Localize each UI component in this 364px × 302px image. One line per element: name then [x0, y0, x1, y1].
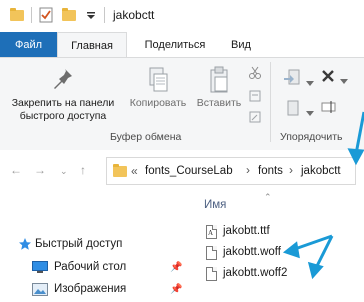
- tab-file[interactable]: Файл: [0, 32, 57, 58]
- forward-arrow-icon[interactable]: →: [34, 163, 46, 177]
- ribbon: Закрепить на панели быстрого доступа Коп…: [0, 57, 364, 151]
- cut-icon[interactable]: [248, 66, 262, 83]
- delete-icon[interactable]: [320, 68, 336, 87]
- divider: [104, 7, 105, 23]
- breadcrumb-fonts-courselab[interactable]: fonts_CourseLab: [145, 165, 233, 177]
- font-file-icon: A: [206, 225, 217, 239]
- back-arrow-icon[interactable]: ←: [10, 163, 22, 177]
- breadcrumb-separator[interactable]: ›: [246, 163, 250, 177]
- paste-shortcut-icon[interactable]: [248, 110, 262, 127]
- ribbon-tabs: Файл Главная Поделиться Вид: [0, 32, 364, 58]
- nav-item-label: Быстрый доступ: [35, 238, 123, 250]
- properties-checkmark-icon[interactable]: [39, 7, 53, 26]
- breadcrumb-fonts[interactable]: fonts: [258, 165, 283, 177]
- breadcrumb-overflow[interactable]: «: [131, 164, 138, 178]
- breadcrumb-jakobctt[interactable]: jakobctt: [301, 165, 341, 177]
- copy-button[interactable]: Копировать: [124, 66, 192, 110]
- desktop-icon: [32, 261, 48, 276]
- file-list: Имя ⌃ A jakobtt.ttf jakobtt.woff jakobtt…: [196, 192, 364, 289]
- pictures-icon: [32, 283, 48, 299]
- paste-label: Вставить: [196, 97, 242, 109]
- breadcrumb-separator[interactable]: ›: [289, 163, 293, 177]
- group-divider: [270, 62, 271, 142]
- copy-icon: [124, 66, 192, 94]
- navigation-bar: ← → ⌄ ↑ « fonts_CourseLab › fonts › jako…: [0, 150, 364, 192]
- paste-icon: [192, 66, 246, 94]
- tab-share[interactable]: Поделиться: [135, 32, 215, 58]
- pin-icon[interactable]: 📌: [170, 262, 182, 273]
- file-icon: [206, 246, 217, 260]
- sort-ascending-icon: ⌃: [264, 192, 272, 202]
- copy-to-icon[interactable]: [284, 100, 302, 121]
- file-name: jakobtt.woff2: [223, 267, 288, 279]
- rename-icon[interactable]: [320, 98, 338, 119]
- chevron-down-icon[interactable]: [306, 106, 314, 120]
- pin-icon[interactable]: 📌: [170, 284, 182, 295]
- pin-to-quick-access-label: Закрепить на панели быстрого доступа: [11, 97, 115, 122]
- pin-to-quick-access-button[interactable]: Закрепить на панели быстрого доступа: [4, 66, 122, 123]
- customize-quick-access-icon[interactable]: [86, 10, 96, 24]
- tab-view[interactable]: Вид: [224, 32, 258, 58]
- nav-item-label: Рабочий стол: [54, 261, 127, 273]
- paste-button[interactable]: Вставить: [192, 66, 246, 110]
- column-header-name[interactable]: Имя: [204, 199, 226, 211]
- copy-path-icon[interactable]: [248, 89, 262, 106]
- navigation-pane: Быстрый доступ Рабочий стол 📌 Изображени…: [0, 192, 190, 296]
- recent-locations-chevron-icon[interactable]: ⌄: [60, 166, 68, 177]
- chevron-down-icon[interactable]: [306, 76, 314, 90]
- nav-item-label: Изображения: [54, 283, 127, 295]
- divider: [31, 7, 32, 23]
- chevron-down-icon[interactable]: [340, 74, 348, 88]
- star-icon: [18, 237, 32, 254]
- organize-group-label: Упорядочить: [280, 131, 343, 143]
- move-to-icon[interactable]: [282, 68, 304, 93]
- file-name: jakobtt.woff: [223, 246, 281, 258]
- copy-label: Копировать: [129, 97, 187, 109]
- file-name: jakobtt.ttf: [223, 225, 270, 237]
- clipboard-group-label: Буфер обмена: [110, 131, 182, 143]
- title-bar: jakobctt: [0, 0, 364, 33]
- tab-home[interactable]: Главная: [57, 32, 127, 58]
- pin-icon: [4, 66, 122, 94]
- window-title: jakobctt: [113, 8, 155, 22]
- up-arrow-icon[interactable]: ↑: [80, 163, 86, 177]
- file-icon: [206, 267, 217, 281]
- address-bar[interactable]: « fonts_CourseLab › fonts › jakobctt: [106, 157, 356, 185]
